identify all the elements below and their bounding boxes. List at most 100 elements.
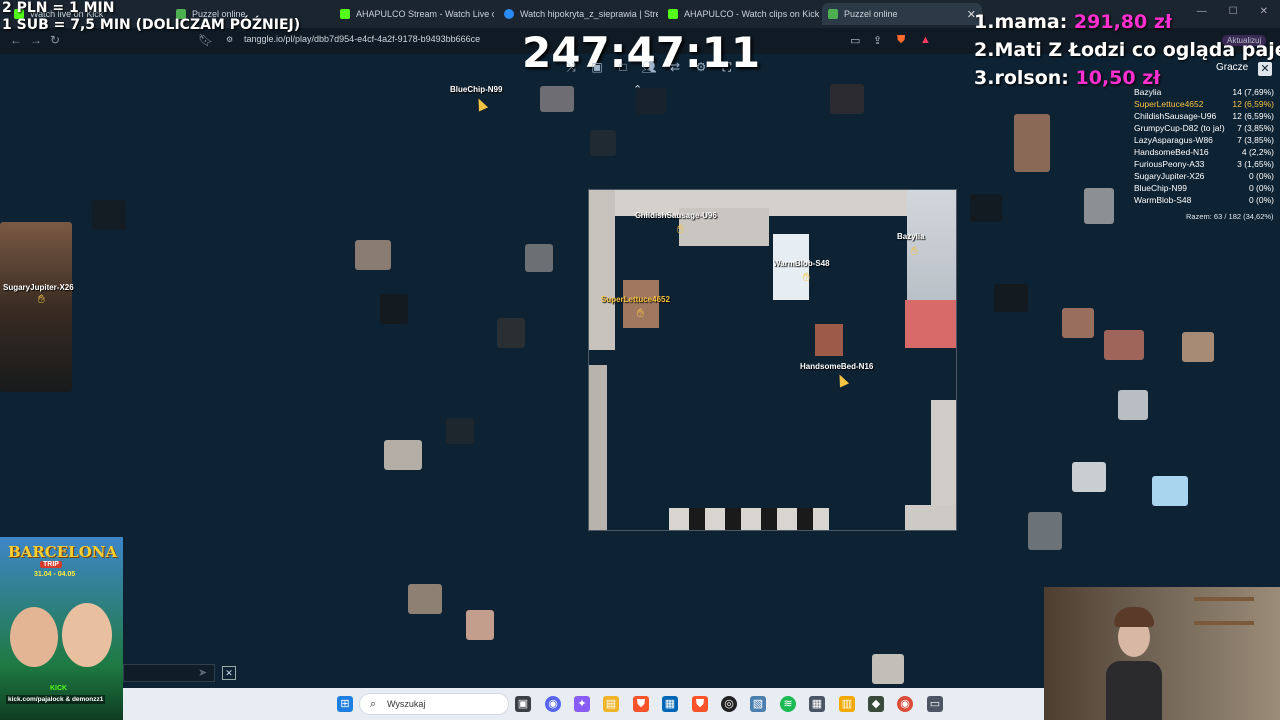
puzzle-piece[interactable] (1072, 462, 1106, 492)
player-row: FuriousPeony-A33 3 (1,65%) (1134, 159, 1274, 169)
preview-image-icon[interactable]: ▣ (588, 58, 606, 76)
puzzle-piece[interactable] (590, 130, 616, 156)
sticky-notes-icon[interactable]: ▥ (839, 696, 855, 712)
players-list: Bazylia 14 (7,69%) SuperLettuce4652 12 (6,… (1134, 86, 1274, 206)
settings-icon[interactable]: ⚙ (692, 58, 710, 76)
puzzle-piece[interactable] (92, 200, 126, 230)
puzzle-piece[interactable] (1104, 330, 1144, 360)
puzzle-piece[interactable] (540, 86, 574, 112)
puzzle-piece[interactable] (872, 654, 904, 684)
kick-icon (340, 9, 350, 19)
puzzle-piece[interactable] (1062, 308, 1094, 338)
search-placeholder: Wyszukaj (387, 699, 426, 709)
players-header: Gracze (1216, 62, 1249, 73)
obs-icon[interactable]: ◎ (721, 696, 737, 712)
puzzle-piece-cluster[interactable] (0, 222, 72, 392)
puzzle-piece[interactable] (446, 418, 474, 444)
brave-shield-icon[interactable]: ⛊ (897, 34, 905, 47)
player-row: ChildishSausage-U96 12 (6,59%) (1134, 111, 1274, 121)
cursor-arrow-icon (834, 372, 850, 388)
player-row: BlueChip-N99 0 (0%) (1134, 183, 1274, 193)
puzzle-piece[interactable] (1152, 476, 1188, 506)
brave-icon[interactable]: ⛊ (633, 696, 649, 712)
player-row: WarmBlob-S48 0 (0%) (1134, 195, 1274, 205)
rule-line-1: 2 PLN = 1 MIN (2, 0, 115, 16)
taskbar-search[interactable]: ⌕ Wyszukaj (359, 693, 509, 715)
puzzle-piece[interactable] (355, 240, 391, 270)
barcelona-trip-poster: BARCELONA TRIP 31.04 - 04.05 KICK kick.c… (0, 537, 123, 720)
close-players-button[interactable]: ✕ (1258, 62, 1272, 76)
puzzle-board[interactable]: ChildishSausage-U96 ✋︎ Bazylia ✋︎ WarmBl… (588, 189, 957, 531)
puzzle-piece[interactable] (1014, 114, 1050, 172)
cursor-label: HandsomeBed-N16 (800, 362, 874, 371)
player-row: HandsomeBed-N16 4 (2,2%) (1134, 147, 1274, 157)
fullscreen-icon[interactable]: ⛶ (718, 58, 736, 76)
browser-tab[interactable]: AHAPULCO Stream - Watch Live on K (334, 3, 494, 25)
puzzle-icon (828, 9, 838, 19)
calculator-icon[interactable]: ▦ (809, 696, 825, 712)
puzzle-piece[interactable] (636, 88, 666, 114)
puzzle-piece[interactable] (830, 84, 864, 114)
brave-beta-icon[interactable]: ⛊ (692, 696, 708, 712)
hand-cursor-icon: ✋︎ (677, 222, 684, 236)
back-icon[interactable]: ← (10, 33, 22, 47)
fullscreen-exit-icon[interactable]: ✕ (222, 666, 236, 680)
puzzle-piece[interactable] (466, 610, 494, 640)
puzzle-piece[interactable] (525, 244, 553, 272)
photos-icon[interactable]: ▧ (750, 696, 766, 712)
promo-title: BARCELONA (8, 543, 118, 561)
puzzle-piece[interactable] (1118, 390, 1148, 420)
puzzle-piece[interactable] (970, 194, 1002, 222)
puzzle-app-icon[interactable]: ◆ (868, 696, 884, 712)
webcam-feed (1044, 587, 1280, 720)
browser-tab-active[interactable]: Puzzel online ✕ (822, 3, 982, 25)
puzzle-piece[interactable] (380, 294, 408, 324)
send-icon[interactable]: ➤ (198, 666, 207, 679)
spotify-icon[interactable]: ≋ (780, 696, 796, 712)
assembled-corner (905, 505, 956, 530)
cursor-label: SuperLettuce4652 (601, 295, 670, 304)
cursor-label: WarmBlob-S48 (773, 259, 830, 268)
search-icon: ⌕ (370, 698, 377, 710)
rule-line-2: 1 SUB = 7,5 MIN (DOLICZAM PÓŹNIEJ) (2, 17, 301, 33)
browser-tab[interactable]: Watch hipokryta_z_sieprawia | Stream (498, 3, 658, 25)
bookmark-icon[interactable]: 🔖︎ (198, 33, 213, 47)
streamer-face-image (62, 603, 112, 667)
assembled-left-edge-lower (589, 365, 607, 530)
task-view-icon[interactable]: ▣ (515, 696, 531, 712)
screen-icon[interactable]: ▭ (850, 34, 860, 47)
puzzle-piece[interactable] (408, 584, 442, 614)
player-row: SugaryJupiter-X26 0 (0%) (1134, 171, 1274, 181)
donation-rules: 2 PLN = 1 MIN 1 SUB = 7,5 MIN (DOLICZAM … (2, 0, 300, 34)
puzzle-piece[interactable] (994, 284, 1028, 312)
discord-icon[interactable]: ◉ (545, 696, 561, 712)
file-explorer-icon[interactable]: ▤ (603, 696, 619, 712)
chrome-icon[interactable]: ◉ (897, 696, 913, 712)
browser-tab[interactable]: AHAPULCO - Watch clips on Kick (662, 3, 822, 25)
forward-icon[interactable]: → (30, 33, 42, 47)
rewards-icon[interactable]: ▲ (920, 34, 931, 46)
puzzle-piece[interactable] (1084, 188, 1114, 224)
site-info-icon[interactable]: ⚙ (226, 35, 233, 44)
progress-total: Razem: 63 / 182 (34,62%) (1186, 212, 1274, 221)
reload-icon[interactable]: ↻ (50, 33, 60, 47)
players-icon[interactable]: 👥︎ (640, 58, 658, 76)
shuffle-icon[interactable]: ⤨ (562, 58, 580, 76)
puzzle-piece[interactable] (1182, 332, 1214, 362)
windows-start-icon[interactable]: ⊞ (337, 696, 353, 712)
piece-group[interactable] (815, 324, 843, 356)
share-icon[interactable]: ⇪ (873, 34, 882, 47)
puzzle-piece[interactable] (1028, 512, 1062, 550)
edge-pieces-icon[interactable]: □ (614, 58, 632, 76)
terminal-icon[interactable]: ▭ (927, 696, 943, 712)
puzzle-piece[interactable] (384, 440, 422, 470)
hand-cursor-icon: ✋︎ (38, 292, 45, 306)
tab-label: Watch hipokryta_z_sieprawia | Stream (520, 9, 658, 19)
store-icon[interactable]: ▦ (662, 696, 678, 712)
url-text[interactable]: tanggle.io/pl/play/dbb7d954-e4cf-4a2f-91… (244, 34, 480, 44)
copilot-icon[interactable]: ✦ (574, 696, 590, 712)
arrange-icon[interactable]: ⇄ (666, 58, 684, 76)
piece-group[interactable] (905, 300, 956, 348)
puzzle-piece[interactable] (497, 318, 525, 348)
assembled-bottom-edge (669, 508, 829, 530)
